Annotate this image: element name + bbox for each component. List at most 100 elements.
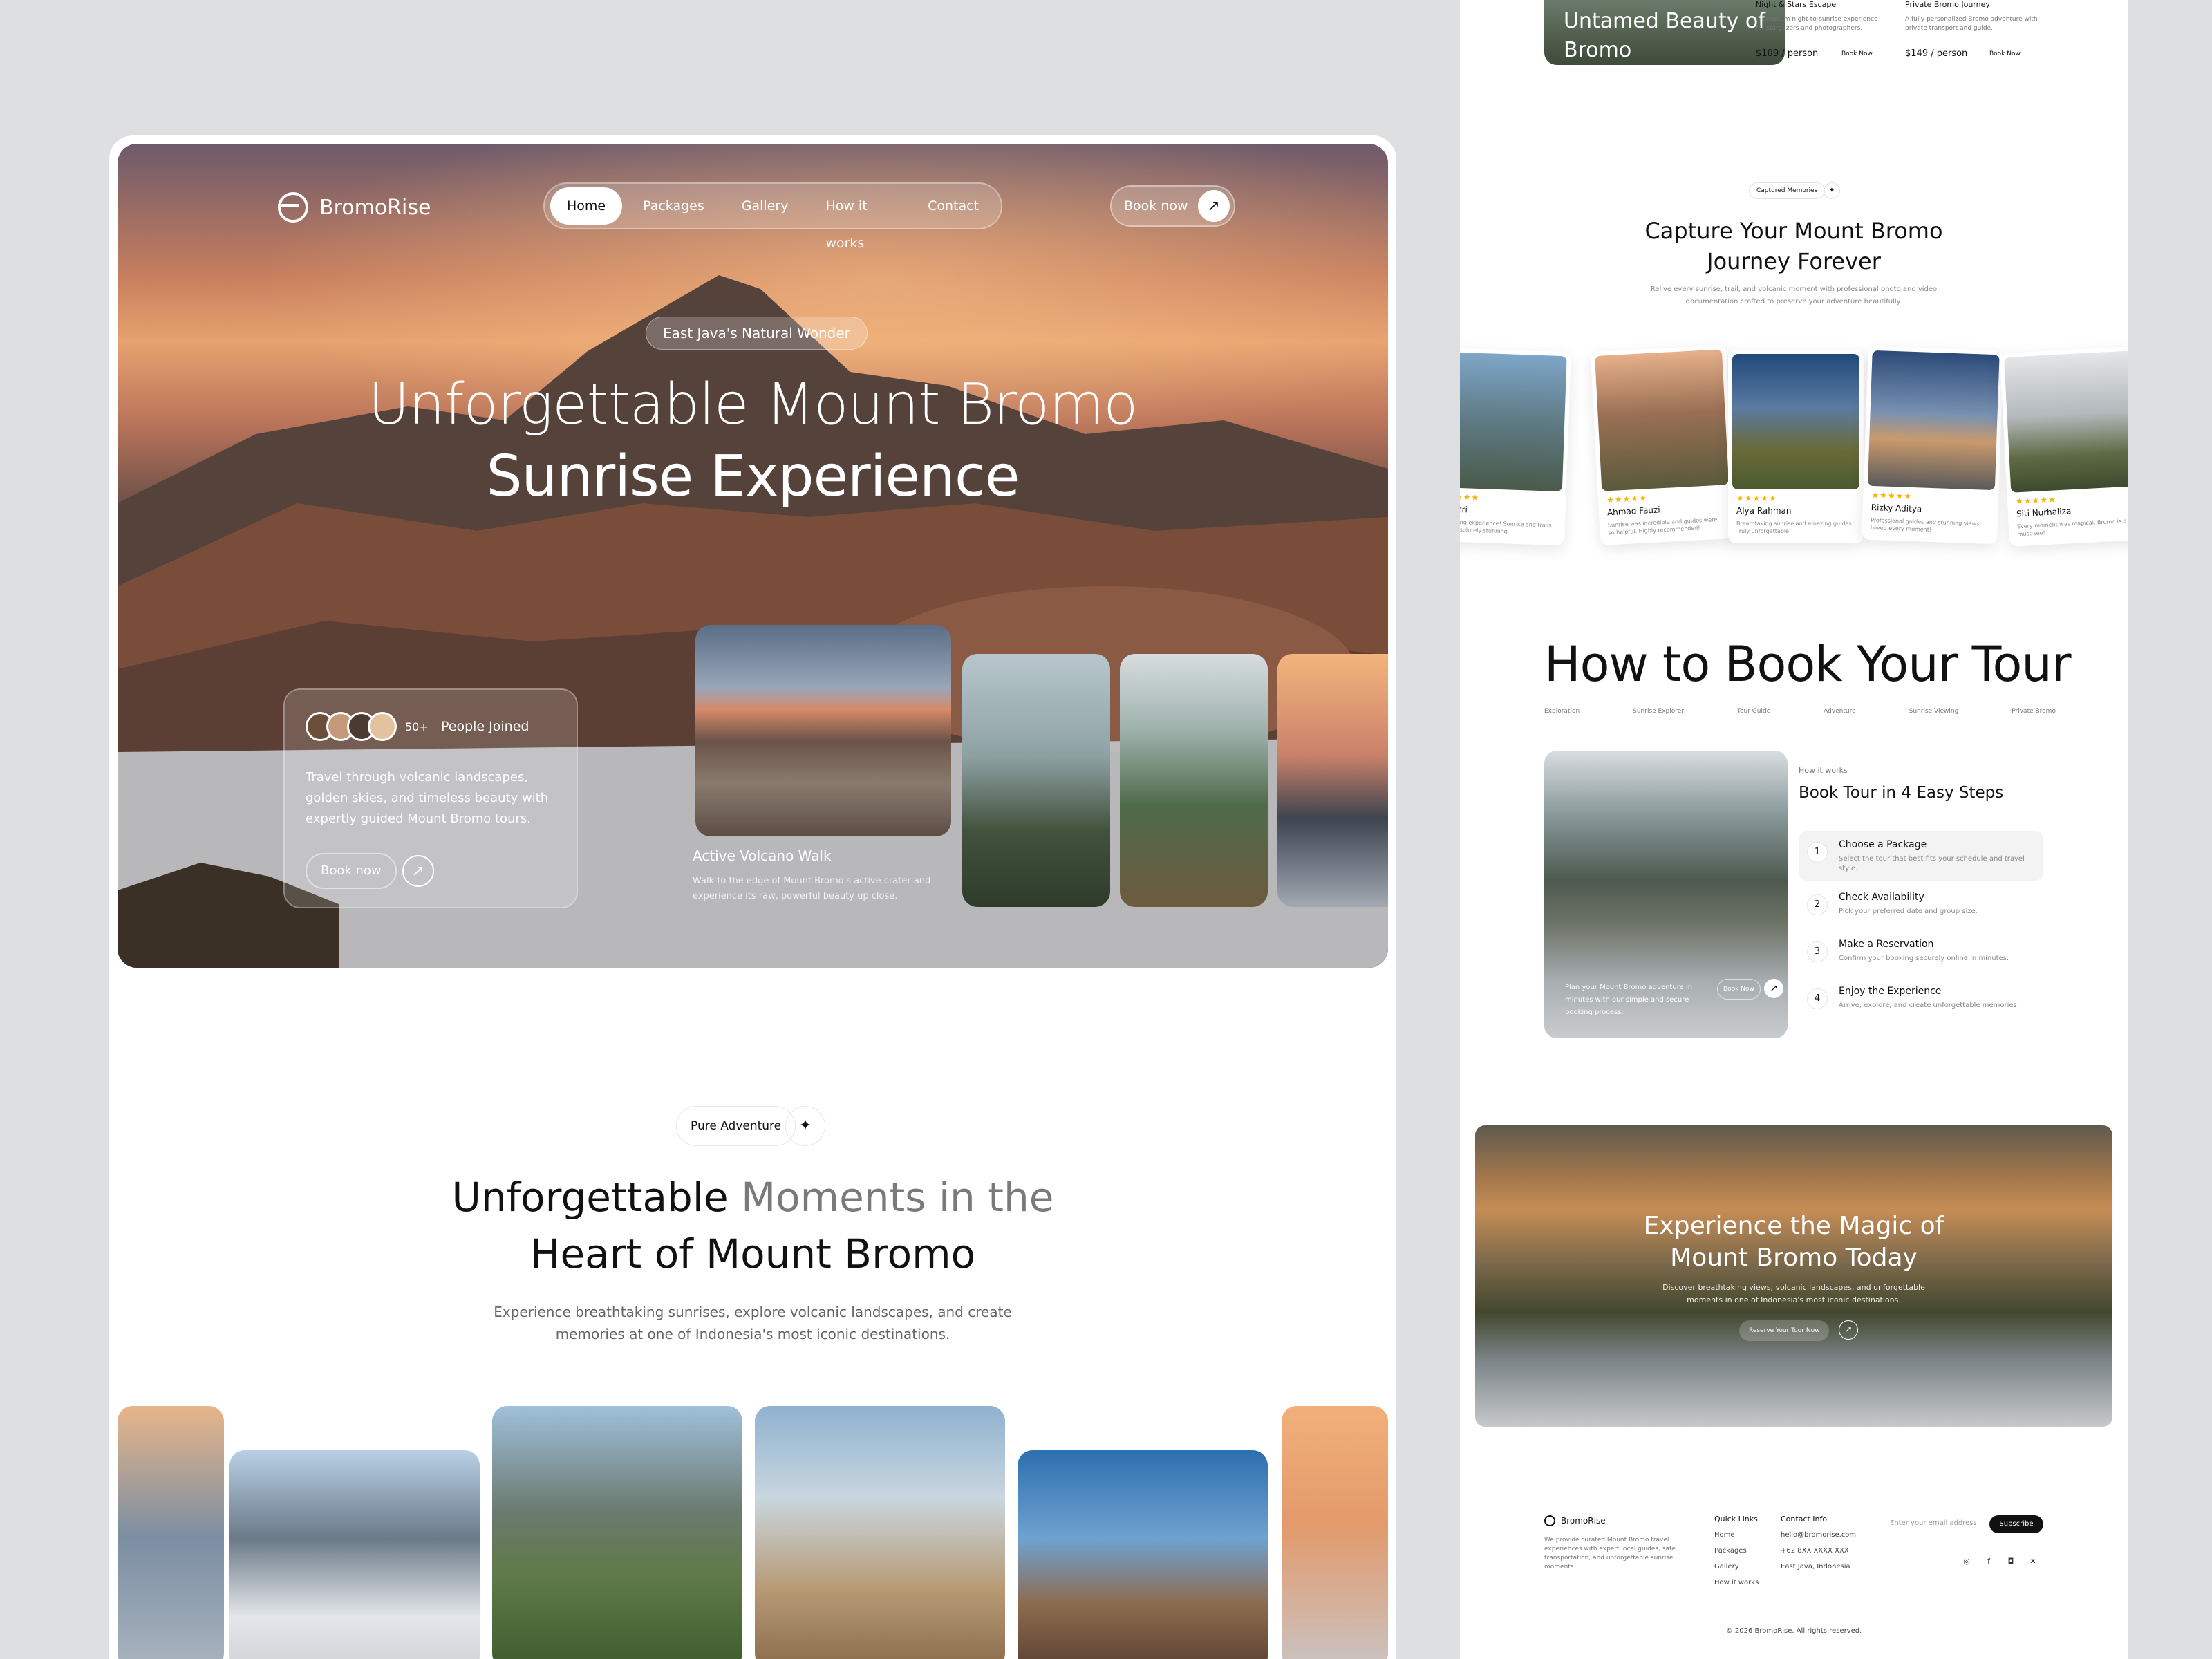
step-title: Enjoy the Experience — [1839, 986, 1942, 997]
photo-review-card[interactable]: ★★★★★ Rizky Aditya Professional guides a… — [1862, 346, 2004, 545]
capture-title-line1: Capture Your Mount Bromo — [1644, 218, 1943, 244]
instagram-icon[interactable]: ◎ — [1960, 1557, 1973, 1569]
how-to-book-title: How to Book Your Tour — [1544, 636, 2071, 693]
gallery-photo-hikers[interactable] — [492, 1406, 742, 1659]
main-nav: Home Packages Gallery How it works Conta… — [543, 182, 1002, 251]
photo-review-card[interactable]: ★★★★★ Ahmad Fauzi Sunrise was incredible… — [1590, 345, 1736, 545]
photo-review-card[interactable]: ★★★★★ Alya Rahman Breathtaking sunrise a… — [1728, 350, 1864, 543]
gallery-photo-mountain[interactable] — [229, 1450, 480, 1659]
nav-packages[interactable]: Packages — [626, 187, 721, 225]
footer-link-how[interactable]: How it works — [1714, 1575, 1759, 1591]
package-name-2: Private Bromo Journey — [1905, 0, 1990, 9]
avatar-stack — [306, 712, 397, 741]
nav-home[interactable]: Home — [550, 187, 623, 225]
cta-sub-line1: Discover breathtaking views, volcanic la… — [1662, 1283, 1925, 1292]
brand-name: BromoRise — [319, 195, 431, 220]
package-desc-1: A premium night-to-sunrise experience fo… — [1756, 16, 1878, 32]
contact-phone: +62 8XX XXXX XXX — [1781, 1547, 1849, 1555]
footer-link-gallery[interactable]: Gallery — [1714, 1559, 1759, 1575]
footer-brand[interactable]: BromoRise — [1544, 1515, 1606, 1526]
rating-stars: ★★★★★ — [1460, 491, 1480, 503]
sparkle-icon: ✦ — [1824, 182, 1840, 199]
jeep-photo[interactable] — [962, 654, 1110, 907]
step-item[interactable]: 2 Check Availability Pick your preferred… — [1799, 883, 2043, 933]
gallery-photo-friends[interactable] — [755, 1406, 1005, 1659]
photo-review-card[interactable]: ★★★★★ Siti Nurhaliza Every moment was ma… — [1999, 346, 2128, 547]
captured-memories-pill: Captured Memories — [1749, 182, 1826, 199]
review-photo — [2004, 350, 2128, 493]
gallery-photo-balloon[interactable] — [1282, 1406, 1388, 1659]
step-item[interactable]: 4 Enjoy the Experience Arrive, explore, … — [1799, 977, 2043, 1027]
photo-review-card[interactable]: ★★★★★ ia Putri n amazing experience! Sun… — [1460, 347, 1571, 546]
footer-brand-name: BromoRise — [1561, 1516, 1606, 1526]
review-text: Breathtaking sunrise and amazing guides.… — [1736, 521, 1854, 534]
header-book-now-button[interactable]: Book now ↗ — [1110, 185, 1235, 227]
how-kicker: How it works — [1799, 766, 1848, 775]
tag-item: Adventure — [1824, 708, 1856, 715]
review-photo — [1460, 351, 1567, 492]
review-text: Every moment was magical. Bromo is a mus… — [2016, 518, 2127, 538]
joined-book-now-label: Book now — [306, 853, 397, 889]
contact-email[interactable]: hello@bromorise.com — [1781, 1527, 1856, 1543]
step-desc: Pick your preferred date and group size. — [1839, 908, 1978, 915]
brand-logo[interactable]: BromoRise — [278, 192, 431, 223]
capture-sub-line1: Relive every sunrise, trail, and volcani… — [1650, 285, 1938, 293]
footer-link-packages[interactable]: Packages — [1714, 1543, 1759, 1559]
package-book-2[interactable]: Book Now — [1989, 50, 2021, 59]
hero-eyebrow: East Java's Natural Wonder — [646, 317, 868, 350]
facebook-icon[interactable]: f — [1983, 1557, 1995, 1569]
package-price-1: $109 / person — [1756, 48, 1819, 59]
capture-title-line2: Journey Forever — [1707, 248, 1881, 274]
step-number: 1 — [1807, 842, 1828, 863]
sparkle-icon: ✦ — [785, 1106, 825, 1146]
book-now-label: Book now — [1124, 198, 1188, 214]
step-title: Choose a Package — [1839, 839, 1927, 850]
footer-about: We provide curated Mount Bromo travel ex… — [1544, 1537, 1676, 1571]
nav-how-it-works[interactable]: How it works — [809, 187, 907, 251]
tag-item: Private Bromo — [2012, 708, 2056, 715]
reviewer-name: ia Putri — [1460, 504, 1468, 515]
step-title: Check Availability — [1839, 892, 1924, 903]
footer-link-home[interactable]: Home — [1714, 1527, 1759, 1543]
step-number: 3 — [1807, 941, 1828, 962]
ridge-trek-photo[interactable] — [1120, 654, 1268, 907]
arrow-up-right-icon[interactable]: ↗ — [1764, 979, 1783, 998]
moments-title-line2: Heart of Mount Bromo — [529, 1230, 976, 1277]
tag-item: Exploration — [1544, 708, 1580, 715]
sunset-peak-photo[interactable] — [1277, 654, 1388, 907]
nav-contact[interactable]: Contact — [911, 187, 995, 225]
reserve-tour-button[interactable]: Reserve Your Tour Now — [1739, 1320, 1830, 1341]
cta-sub-line2: moments in one of Indonesia's most iconi… — [1687, 1295, 1901, 1304]
nav-gallery[interactable]: Gallery — [725, 187, 805, 225]
x-icon[interactable]: ✕ — [2027, 1557, 2039, 1569]
volcano-horse-photo[interactable] — [695, 625, 951, 836]
package-book-1[interactable]: Book Now — [1841, 50, 1873, 59]
cta-title-line2: Mount Bromo Today — [1670, 1244, 1918, 1272]
logo-mark-icon — [1544, 1515, 1555, 1526]
gallery-photo-jeep-woman[interactable] — [1018, 1450, 1268, 1659]
how-photo-book-button[interactable]: Book Now — [1717, 979, 1761, 1000]
capture-sub-line2: documentation crafted to preserve your a… — [1685, 298, 1902, 306]
step-desc: Arrive, explore, and create unforgettabl… — [1839, 1002, 2019, 1009]
step-item[interactable]: 3 Make a Reservation Confirm your bookin… — [1799, 930, 2043, 980]
arrow-up-right-icon: ↗ — [1197, 190, 1230, 222]
joined-count: 50+ — [405, 720, 429, 733]
footer-quick-links: Quick Links Home Packages Gallery How it… — [1714, 1511, 1759, 1591]
avatar — [368, 712, 397, 741]
review-photo — [1732, 354, 1859, 489]
reviewer-name: Rizky Aditya — [1871, 502, 1922, 514]
camera-icon[interactable]: ◘ — [2005, 1557, 2017, 1569]
hero-title-line2: Sunrise Experience — [486, 444, 1020, 509]
moments-subtitle-line2: memories at one of Indonesia's most icon… — [555, 1326, 950, 1342]
arrow-up-right-icon[interactable]: ↗ — [1839, 1320, 1858, 1340]
step-item[interactable]: 1 Choose a Package Select the tour that … — [1799, 831, 2043, 881]
joined-label: People Joined — [441, 719, 529, 734]
joined-book-now-button[interactable]: Book now ↗ — [306, 853, 434, 889]
gallery-photo-couple[interactable] — [118, 1406, 224, 1659]
package-preview-image: Untamed Beauty of Bromo — [1544, 0, 1785, 65]
subscribe-button[interactable]: Subscribe — [1989, 1515, 2043, 1533]
tag-item: Tour Guide — [1736, 708, 1771, 715]
copyright: © 2026 BromoRise. All rights reserved. — [1725, 1627, 1862, 1635]
tag-item: Sunrise Viewing — [1909, 708, 1959, 715]
logo-mark-icon — [278, 192, 308, 223]
